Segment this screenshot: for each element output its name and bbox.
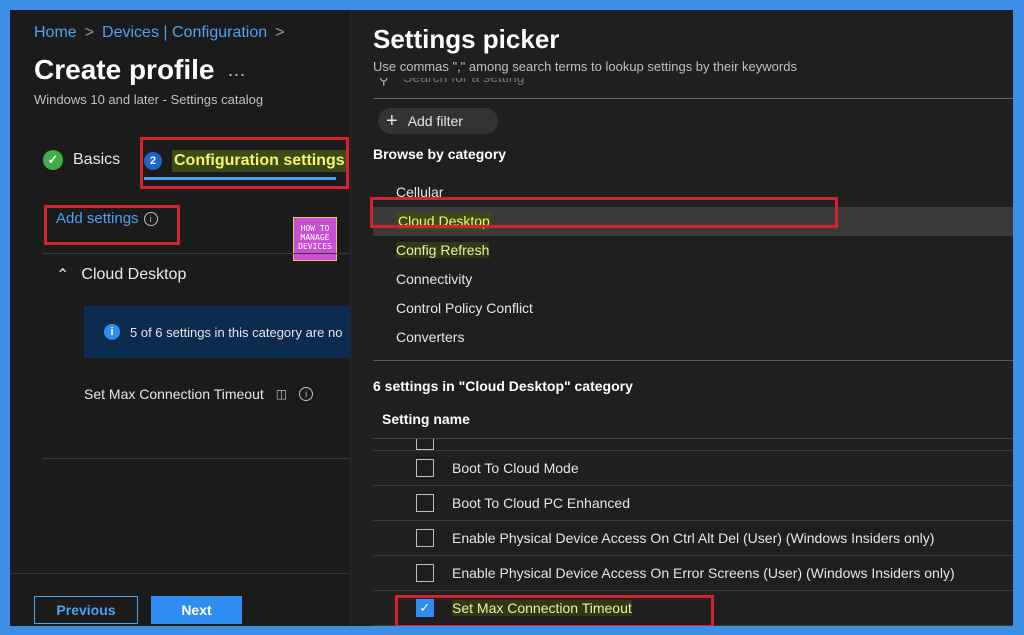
breadcrumb-devices-configuration[interactable]: Devices | Configuration	[102, 24, 267, 41]
info-message-text: 5 of 6 settings in this category are no	[130, 324, 343, 340]
category-count-label: 6 settings in "Cloud Desktop" category	[373, 378, 633, 394]
chevron-right-icon: >	[275, 24, 285, 41]
create-profile-pane: Home > Devices | Configuration > Create pro…	[10, 10, 350, 626]
checkbox[interactable]	[416, 459, 434, 477]
previous-button[interactable]: Previous	[34, 596, 138, 624]
list-item[interactable]: Enable Physical Device Access On Error S…	[373, 556, 1013, 591]
category-item-converters[interactable]: Converters	[373, 323, 1013, 352]
category-item-connectivity[interactable]: Connectivity	[373, 265, 1013, 294]
more-options-icon[interactable]: ...	[228, 60, 246, 81]
list-item-scrolled-partial	[373, 439, 1013, 451]
search-icon: ⚲	[379, 78, 389, 87]
divider	[373, 360, 1013, 361]
checkmark-circle-icon: ✓	[43, 150, 63, 170]
setting-label: Set Max Connection Timeout	[84, 386, 264, 402]
step-basics-label: Basics	[73, 151, 121, 168]
highlight-box-configuration-settings	[140, 137, 349, 189]
add-filter-button[interactable]: + Add filter	[378, 108, 498, 134]
footer-divider	[10, 573, 350, 574]
user-scope-icon: ◫	[275, 387, 288, 401]
category-accordion-header[interactable]: ⌃ Cloud Desktop	[56, 265, 186, 285]
chevron-right-icon: >	[84, 24, 95, 41]
page-title: Create profile	[34, 54, 215, 85]
info-icon: i	[104, 324, 120, 340]
highlight-box-add-settings	[44, 205, 180, 245]
browse-by-category-heading: Browse by category	[373, 146, 507, 162]
breadcrumb-home[interactable]: Home	[34, 24, 77, 41]
add-filter-label: Add filter	[407, 113, 463, 129]
plus-icon: +	[386, 110, 398, 132]
screenshot-frame: Home > Devices | Configuration > Create pro…	[10, 10, 1013, 626]
checkbox[interactable]	[416, 564, 434, 582]
page-subtitle: Windows 10 and later - Settings catalog	[34, 92, 264, 107]
next-button[interactable]: Next	[151, 596, 242, 624]
step-basics[interactable]: ✓ Basics	[43, 150, 120, 170]
configured-setting-row: Set Max Connection Timeout ◫ i	[84, 386, 314, 402]
how-to-manage-devices-logo: HOW TO MANAGE DEVICES	[293, 217, 337, 261]
checkbox[interactable]	[416, 494, 434, 512]
list-item[interactable]: Boot To Cloud Mode	[373, 451, 1013, 486]
info-message-bar: i 5 of 6 settings in this category are n…	[84, 306, 350, 358]
category-title: Cloud Desktop	[81, 266, 187, 283]
divider	[42, 253, 350, 254]
category-item-config-refresh[interactable]: Config Refresh	[373, 236, 1013, 265]
checkbox[interactable]	[416, 439, 434, 450]
picker-title: Settings picker	[373, 24, 560, 54]
list-item[interactable]: Boot To Cloud PC Enhanced	[373, 486, 1013, 521]
breadcrumb: Home > Devices | Configuration >	[34, 24, 293, 42]
divider	[42, 458, 350, 459]
category-item-control-policy-conflict[interactable]: Control Policy Conflict	[373, 294, 1013, 323]
search-box[interactable]: ⚲	[373, 78, 1013, 99]
search-input[interactable]	[401, 78, 805, 86]
highlight-box-set-max-connection-timeout	[395, 595, 714, 626]
column-header-setting-name: Setting name	[382, 411, 470, 427]
chevron-up-icon: ⌃	[56, 267, 70, 284]
info-icon[interactable]: i	[299, 387, 314, 401]
checkbox[interactable]	[416, 529, 434, 547]
highlight-box-cloud-desktop	[370, 197, 838, 228]
list-item[interactable]: Enable Physical Device Access On Ctrl Al…	[373, 521, 1013, 556]
settings-picker-pane: Settings picker Use commas "," among sea…	[350, 10, 1013, 626]
picker-subtitle: Use commas "," among search terms to loo…	[373, 59, 797, 74]
